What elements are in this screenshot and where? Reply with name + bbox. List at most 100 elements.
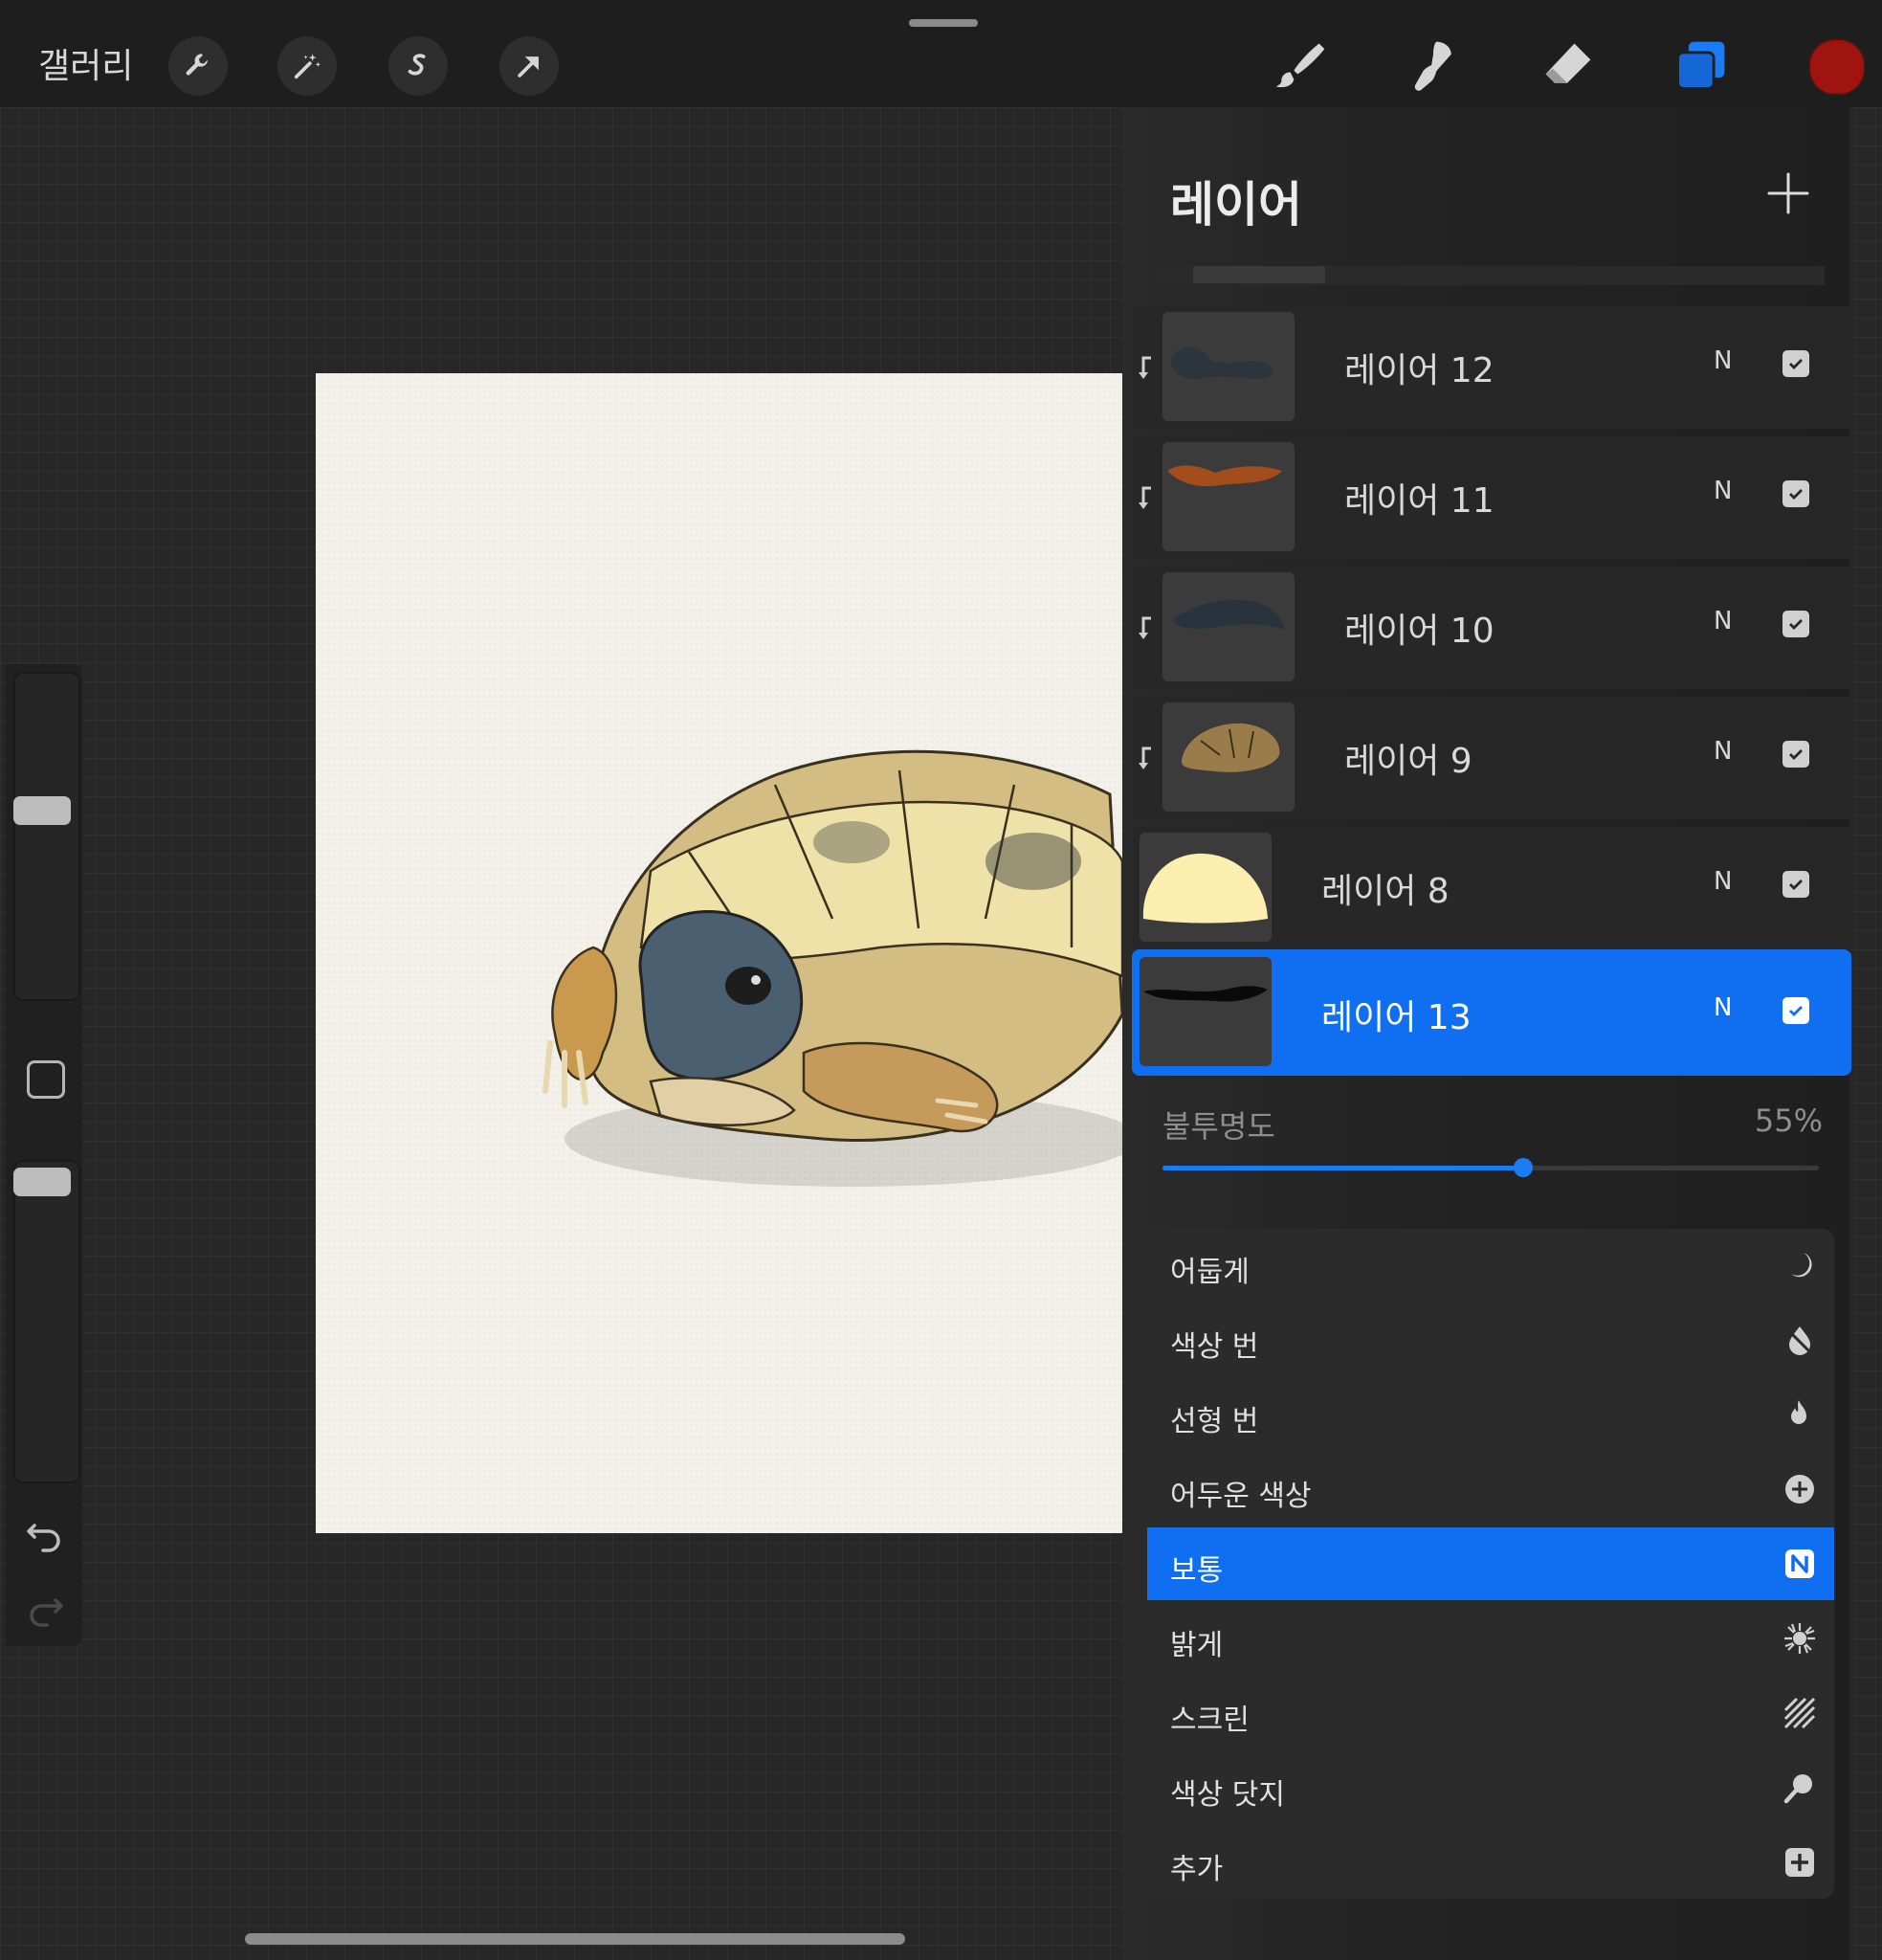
layers-icon[interactable] (1671, 34, 1732, 96)
add-layer-icon[interactable] (1765, 170, 1811, 216)
layer-name: 레이어 8 (1321, 872, 1450, 911)
moon-icon (1791, 1253, 1812, 1278)
blend-option-label: 색상 번 (1170, 1330, 1259, 1364)
blend-mode-button[interactable]: N (1714, 477, 1732, 505)
layer-thumbnail (1140, 833, 1272, 942)
drag-handle[interactable] (909, 19, 978, 27)
layer-row[interactable]: 레이어 12 N (1132, 306, 1851, 429)
gallery-button[interactable]: 갤러리 (38, 38, 133, 88)
layer-name: 레이어 10 (1344, 612, 1495, 651)
clipping-mask-icon (1139, 486, 1151, 509)
blend-option-screen[interactable]: 스크린 (1147, 1677, 1834, 1749)
wrench-icon[interactable] (168, 36, 228, 96)
layer-thumbnail (1162, 442, 1295, 551)
blend-mode-button[interactable]: N (1714, 993, 1732, 1022)
color-picker-swatch[interactable] (1808, 38, 1866, 96)
layer-name: 레이어 11 (1344, 481, 1495, 521)
clipping-mask-icon (1139, 616, 1151, 639)
brush-opacity-thumb[interactable] (13, 1168, 71, 1196)
blend-mode-button[interactable]: N (1714, 607, 1732, 635)
brush-size-thumb[interactable] (13, 796, 71, 825)
blend-option-label: 어두운 색상 (1170, 1480, 1312, 1513)
top-toolbar: 갤러리 (0, 0, 1882, 107)
flame-icon (1791, 1400, 1806, 1424)
blend-option-darker-color[interactable]: 어두운 색상 (1147, 1453, 1834, 1526)
blend-option-label: 추가 (1170, 1853, 1224, 1886)
transform-arrow-icon[interactable] (499, 36, 559, 96)
brush-opacity-slider[interactable] (13, 1160, 80, 1483)
n-badge-icon (1785, 1549, 1814, 1578)
visibility-checkbox[interactable] (1782, 611, 1809, 637)
smudge-icon[interactable] (1403, 34, 1464, 96)
blend-option-label: 스크린 (1170, 1704, 1250, 1737)
opacity-slider-knob[interactable] (1514, 1158, 1534, 1177)
layer-row[interactable]: 레이어 11 N (1132, 436, 1851, 559)
layer-thumbnail (1140, 957, 1272, 1066)
layer-thumbnail (1162, 702, 1295, 812)
blend-mode-button[interactable]: N (1714, 737, 1732, 766)
undo-icon[interactable] (23, 1516, 67, 1554)
blend-mode-menu: 어둡게 색상 번 선형 번 어두운 색상 보통 밝게 스크린 색상 닷지 추가 (1147, 1229, 1834, 1899)
blend-option-normal[interactable]: 보통 (1147, 1527, 1834, 1600)
blend-option-label: 보통 (1170, 1554, 1224, 1588)
modify-button[interactable] (27, 1060, 65, 1099)
checkmark-icon (1789, 619, 1803, 630)
magnifier-icon (1783, 1774, 1812, 1804)
redo-icon[interactable] (23, 1591, 67, 1629)
visibility-checkbox[interactable] (1782, 350, 1809, 377)
blend-option-lighten[interactable]: 밝게 (1147, 1602, 1834, 1675)
sunburst-icon (1784, 1623, 1815, 1654)
blend-option-linear-burn[interactable]: 선형 번 (1147, 1378, 1834, 1451)
panel-title: 레이어 (1170, 177, 1302, 233)
layer-thumbnail (1193, 266, 1325, 283)
checkmark-icon (1789, 880, 1803, 890)
visibility-checkbox[interactable] (1782, 480, 1809, 507)
blend-mode-button[interactable]: N (1714, 346, 1732, 375)
blend-option-label: 색상 닷지 (1170, 1778, 1285, 1812)
left-sidebar (6, 664, 82, 1646)
blend-option-darken[interactable]: 어둡게 (1147, 1229, 1834, 1302)
opacity-slider[interactable] (1162, 1158, 1819, 1177)
selection-icon[interactable] (388, 36, 448, 96)
plus-square-icon (1785, 1848, 1814, 1877)
layer-row[interactable]: 레이어 9 N (1132, 697, 1851, 819)
blend-option-add[interactable]: 추가 (1147, 1826, 1834, 1899)
layer-row[interactable]: 레이어 10 N (1132, 567, 1851, 689)
layers-panel: 레이어 레이어 12 N 레이어 11 N 레이어 10 N 레이어 9 N 레… (1122, 107, 1851, 1960)
home-indicator[interactable] (245, 1933, 905, 1945)
clipping-mask-icon (1139, 746, 1151, 769)
visibility-checkbox[interactable] (1782, 871, 1809, 898)
opacity-label: 불투명도 (1162, 1108, 1275, 1145)
layer-name: 레이어 9 (1344, 742, 1472, 781)
checkmark-icon (1789, 1006, 1803, 1016)
layer-row[interactable]: 레이어 8 N (1132, 827, 1851, 949)
visibility-checkbox[interactable] (1782, 741, 1809, 768)
blend-option-label: 어둡게 (1170, 1256, 1250, 1289)
blend-option-label: 선형 번 (1170, 1405, 1259, 1438)
checkmark-icon (1789, 489, 1803, 500)
clipping-mask-icon (1139, 356, 1151, 379)
blend-option-color-dodge[interactable]: 색상 닷지 (1147, 1751, 1834, 1824)
plus-circle-icon (1785, 1475, 1814, 1503)
brush-icon[interactable] (1269, 34, 1330, 96)
layer-thumbnail (1162, 572, 1295, 681)
checkmark-icon (1789, 359, 1803, 369)
burn-drop-icon (1786, 1326, 1813, 1355)
blend-option-label: 밝게 (1170, 1629, 1224, 1662)
layer-name: 레이어 12 (1344, 351, 1495, 390)
blend-option-color-burn[interactable]: 색상 번 (1147, 1303, 1834, 1376)
visibility-checkbox[interactable] (1782, 997, 1809, 1024)
hatch-icon (1783, 1697, 1816, 1729)
layer-row-partial[interactable] (1157, 266, 1825, 285)
layer-name: 레이어 13 (1321, 998, 1472, 1037)
layer-row-selected[interactable]: 레이어 13 N (1132, 949, 1851, 1076)
checkmark-icon (1789, 749, 1803, 760)
opacity-slider-fill (1162, 1166, 1524, 1170)
magic-wand-icon[interactable] (277, 36, 337, 96)
turtle-artwork (542, 749, 1129, 1187)
layer-thumbnail (1162, 312, 1295, 421)
eraser-icon[interactable] (1537, 34, 1598, 96)
blend-mode-button[interactable]: N (1714, 867, 1732, 896)
opacity-value: 55% (1754, 1102, 1823, 1139)
brush-size-slider[interactable] (13, 672, 80, 1001)
